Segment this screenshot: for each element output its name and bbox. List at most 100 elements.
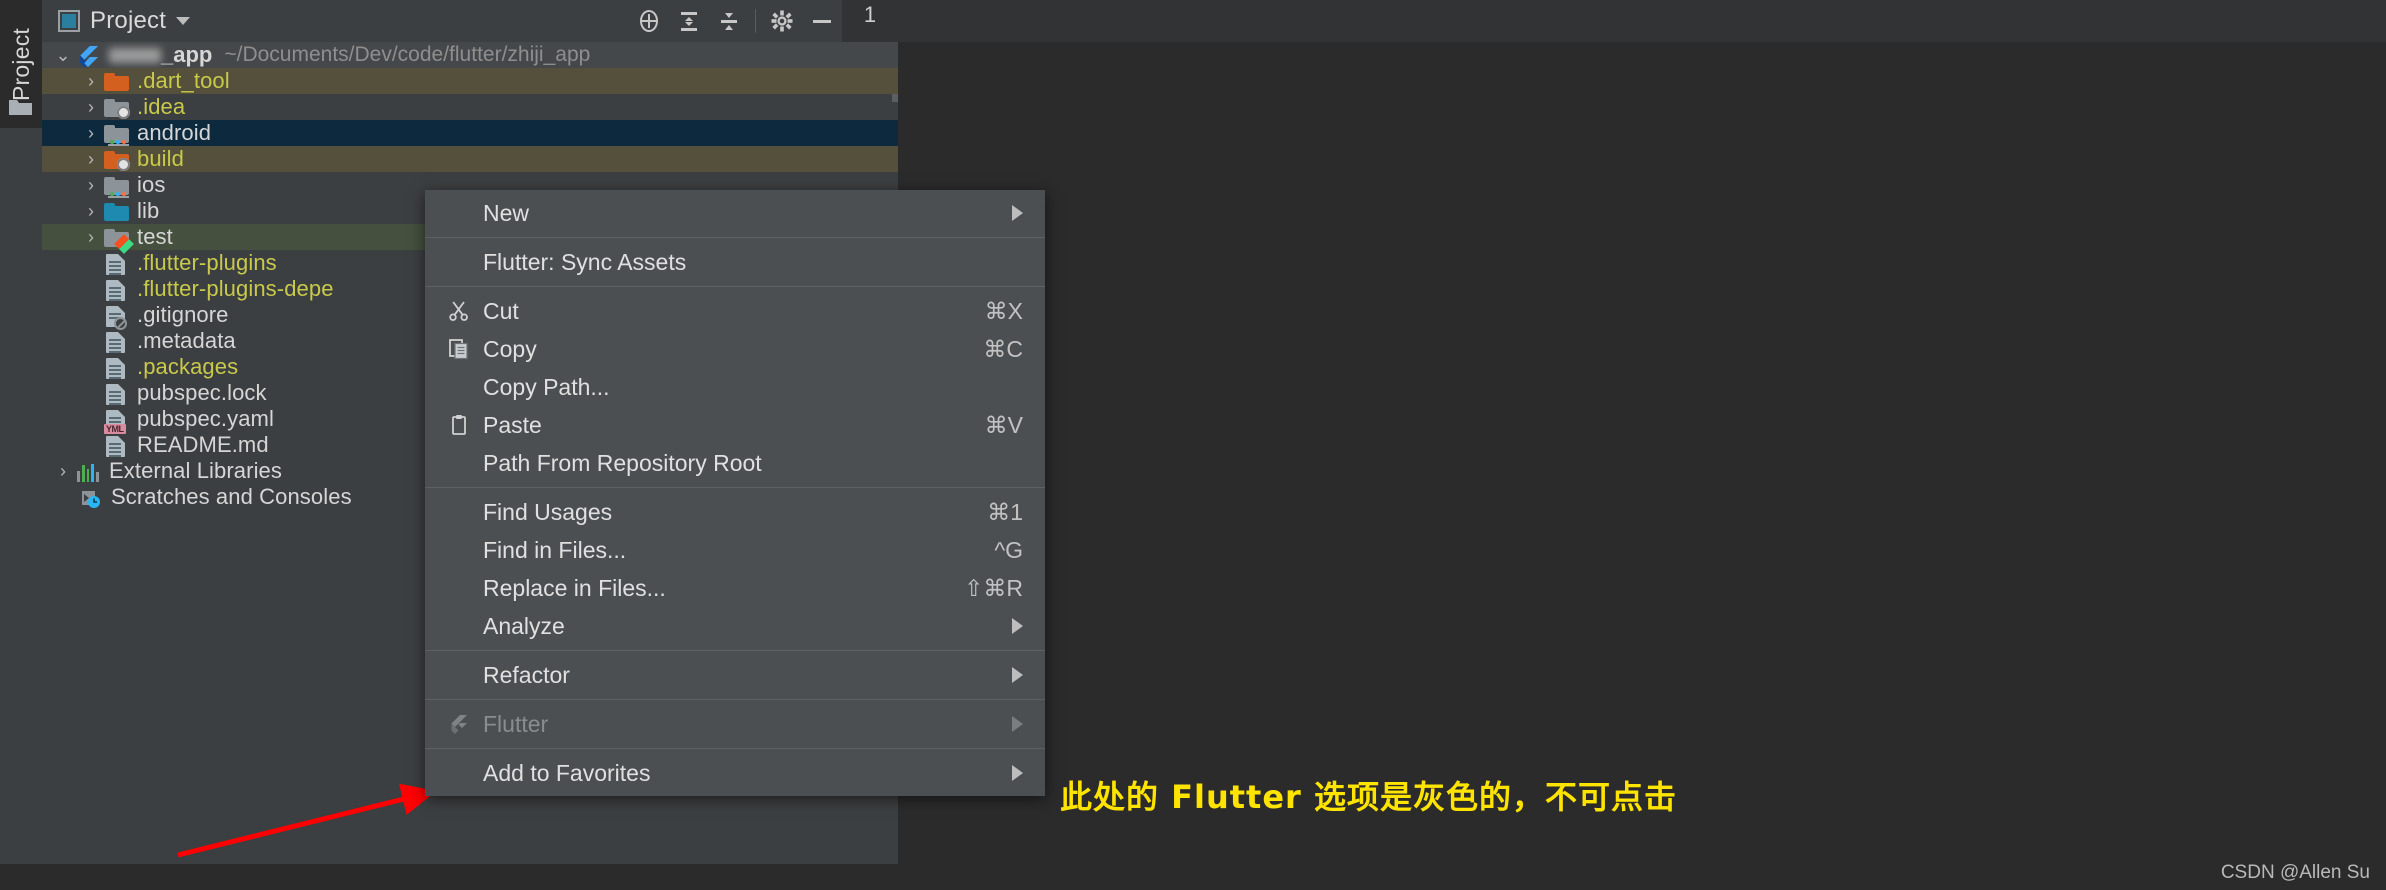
menu-item-replace-in-files[interactable]: Replace in Files... ⇧⌘R [425, 569, 1045, 607]
menu-item-label: Refactor [483, 661, 570, 688]
tree-item-label: .packages [137, 354, 239, 379]
annotation-note: 此处的 Flutter 选项是灰色的，不可点击 [1060, 778, 1677, 816]
flutter-icon [447, 712, 473, 736]
chevron-right-icon[interactable]: › [78, 149, 104, 170]
menu-item-shortcut: ⇧⌘R [964, 574, 1023, 601]
copy-icon [447, 337, 473, 361]
libraries-icon [76, 460, 102, 482]
tool-window-title-group[interactable]: Project [58, 7, 191, 35]
submenu-arrow-icon [1012, 667, 1023, 683]
tool-window-title: Project [90, 7, 167, 34]
folder-test-dart-icon [104, 226, 134, 254]
tree-row-android[interactable]: › android [42, 120, 898, 146]
folder-orange-fan-icon [104, 148, 130, 171]
folder-gray-fan-icon [104, 96, 130, 119]
chevron-right-icon[interactable]: › [78, 175, 104, 196]
file-text-icon [104, 382, 130, 405]
file-text-icon [104, 330, 130, 353]
tree-item-label: .dart_tool [137, 68, 230, 93]
menu-item-paste[interactable]: Paste ⌘V [425, 406, 1045, 444]
chevron-right-icon[interactable]: › [50, 461, 76, 482]
menu-item-add-to-favorites[interactable]: Add to Favorites [425, 754, 1045, 792]
tree-item-label: .idea [137, 94, 186, 119]
chevron-right-icon[interactable]: › [78, 97, 104, 118]
submenu-arrow-icon [1012, 618, 1023, 634]
tree-item-label: External Libraries [109, 458, 282, 483]
tree-row-idea[interactable]: › .idea [42, 94, 898, 120]
minimize-icon[interactable] [802, 0, 842, 42]
context-menu: New Flutter: Sync Assets Cut ⌘X Copy ⌘C … [425, 190, 1045, 796]
menu-item-shortcut: ⌘X [984, 297, 1023, 324]
menu-separator [425, 748, 1045, 749]
menu-item-find-usages[interactable]: Find Usages ⌘1 [425, 493, 1045, 531]
tree-item-label: build [137, 146, 184, 171]
scratches-icon [78, 486, 104, 508]
menu-item-label: Find in Files... [483, 536, 627, 563]
menu-item-label: Copy [483, 335, 537, 362]
file-yaml-icon: YML [104, 408, 130, 434]
menu-item-label: Copy Path... [483, 373, 610, 400]
tree-item-label: pubspec.lock [137, 380, 267, 405]
menu-item-label: Replace in Files... [483, 574, 666, 601]
expand-all-icon[interactable] [669, 0, 709, 42]
folder-icon[interactable] [8, 96, 34, 118]
menu-item-cut[interactable]: Cut ⌘X [425, 292, 1045, 330]
menu-item-copy-path[interactable]: Copy Path... [425, 368, 1045, 406]
menu-item-label: Find Usages [483, 498, 613, 525]
chevron-right-icon[interactable]: › [78, 201, 104, 222]
file-text-icon [104, 252, 130, 275]
chevron-down-icon[interactable] [176, 17, 191, 25]
menu-item-label: Analyze [483, 612, 565, 639]
menu-item-label: Paste [483, 411, 542, 438]
tree-item-label: .gitignore [137, 302, 229, 327]
submenu-arrow-icon [1012, 765, 1023, 781]
project-root-path: ~/Documents/Dev/code/flutter/zhiji_app [224, 43, 591, 66]
chevron-right-icon[interactable]: › [78, 123, 104, 144]
tree-row-build[interactable]: › build [42, 146, 898, 172]
menu-item-copy[interactable]: Copy ⌘C [425, 330, 1045, 368]
menu-item-shortcut: ⌘C [983, 335, 1023, 362]
menu-separator [425, 237, 1045, 238]
menu-item-analyze[interactable]: Analyze [425, 607, 1045, 645]
chevron-expanded-icon[interactable]: ⌄ [50, 45, 76, 66]
menu-separator [425, 487, 1045, 488]
menu-item-label: Cut [483, 297, 519, 324]
editor-top-strip [898, 0, 2386, 42]
tool-window-actions: 1 [629, 0, 898, 42]
flutter-logo-icon [76, 44, 102, 68]
file-gitignore-icon [104, 304, 130, 330]
folder-ios-icon [104, 174, 130, 198]
tree-item-label: pubspec.yaml [137, 406, 274, 431]
menu-item-label: Path From Repository Root [483, 449, 762, 476]
scissors-icon [447, 299, 473, 323]
folder-android-icon [104, 122, 130, 146]
blurred-name-mask [109, 48, 161, 63]
tree-item-label: README.md [137, 432, 269, 457]
chevron-right-icon[interactable]: › [78, 71, 104, 92]
tree-row-project-root[interactable]: ⌄ _app ~/Documents/Dev/code/flutter/zhij… [42, 42, 898, 68]
project-root-label: _app [109, 42, 212, 68]
menu-item-find-in-files[interactable]: Find in Files... ^G [425, 531, 1045, 569]
menu-item-label: Add to Favorites [483, 759, 651, 786]
watermark: CSDN @Allen Su [2220, 862, 2370, 883]
submenu-arrow-icon [1012, 205, 1023, 221]
menu-item-shortcut: ^G [994, 536, 1023, 563]
locate-icon[interactable] [629, 0, 669, 42]
menu-item-path-from-repository-root[interactable]: Path From Repository Root [425, 444, 1045, 482]
tree-row-dart-tool[interactable]: › .dart_tool [42, 68, 898, 94]
file-text-icon [104, 356, 130, 379]
project-icon [58, 10, 80, 32]
stripe-tab-project-label: Project [7, 27, 34, 101]
menu-item-new[interactable]: New [425, 194, 1045, 232]
collapse-all-icon[interactable] [709, 0, 749, 42]
tree-item-label: .flutter-plugins-depe [137, 276, 334, 301]
submenu-arrow-icon [1012, 716, 1023, 732]
menu-item-flutter-sync-assets[interactable]: Flutter: Sync Assets [425, 243, 1045, 281]
tree-item-label: ios [137, 172, 166, 197]
gear-icon[interactable] [762, 0, 802, 42]
tool-window-header: Project 1 [42, 0, 898, 43]
tree-item-label: .flutter-plugins [137, 250, 277, 275]
menu-item-refactor[interactable]: Refactor [425, 656, 1045, 694]
tree-item-label: test [137, 224, 173, 249]
chevron-right-icon[interactable]: › [78, 227, 104, 248]
